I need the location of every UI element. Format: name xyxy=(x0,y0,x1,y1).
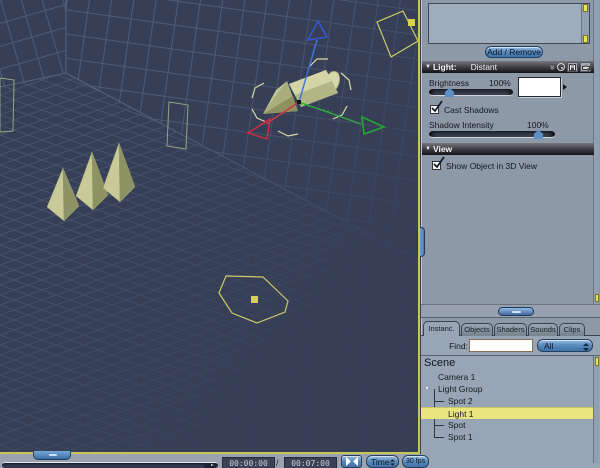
time-mode-dropdown[interactable]: Time xyxy=(366,455,399,468)
save-icon xyxy=(569,63,576,71)
scrollbar-thumb[interactable] xyxy=(595,357,599,366)
tree-item-label[interactable]: Light Group xyxy=(438,383,482,395)
scrollbar-thumb[interactable] xyxy=(595,294,599,302)
light-type-value[interactable]: Distant xyxy=(471,61,497,73)
tab-shaders[interactable]: Shaders xyxy=(494,323,527,336)
browser-tab-bar: Instanc. Objects Shaders Sounds Clips xyxy=(421,318,600,336)
divider xyxy=(421,355,600,356)
tree-scrollbar[interactable] xyxy=(593,356,599,463)
view-section-title: View xyxy=(432,144,453,154)
find-input[interactable] xyxy=(469,339,533,352)
gizmo-center-handle[interactable] xyxy=(297,100,301,104)
save-preset-button[interactable] xyxy=(567,62,578,72)
tree-item-label[interactable]: Spot 1 xyxy=(448,431,473,443)
end-time-field[interactable]: 00:07:00 xyxy=(284,457,337,468)
cast-shadows-checkbox[interactable] xyxy=(430,105,439,114)
viewport-collapse-handle[interactable] xyxy=(33,451,71,460)
shadow-intensity-label: Shadow Intensity xyxy=(429,120,494,130)
3d-viewport[interactable] xyxy=(0,0,419,452)
time-mode-value: Time xyxy=(371,457,390,467)
scrubber-knob[interactable] xyxy=(204,463,217,468)
filter-dropdown[interactable]: All xyxy=(537,339,593,352)
add-remove-button[interactable]: Add / Remove xyxy=(485,46,543,58)
show-object-checkbox[interactable] xyxy=(432,161,441,170)
application-window: Add / Remove ▼ Light: Distant » Brightne… xyxy=(0,0,600,468)
scrollbar-up-cap[interactable] xyxy=(583,4,588,12)
view-section-header[interactable]: ▼ View xyxy=(422,143,594,155)
more-options-chevron-icon[interactable]: » xyxy=(548,64,558,69)
modifier-list-box[interactable] xyxy=(428,3,590,44)
frame-rate-dropdown[interactable]: 30 fps xyxy=(402,455,429,468)
light-section-header[interactable]: ▼ Light: Distant » xyxy=(422,61,594,73)
scene-browser: Instanc. Objects Shaders Sounds Clips Fi… xyxy=(421,318,600,468)
shadow-intensity-slider-thumb[interactable] xyxy=(534,130,543,139)
panel-splitter[interactable] xyxy=(421,304,600,318)
shadow-intensity-value: 100% xyxy=(527,120,549,130)
brightness-slider[interactable] xyxy=(429,88,513,97)
browser-content: Find: All Scene Camera 1 ▼ Light Group S… xyxy=(421,336,600,468)
tree-row-camera-1[interactable]: Camera 1 xyxy=(421,371,593,383)
filter-value: All xyxy=(544,341,554,351)
splitter-handle[interactable] xyxy=(498,307,534,316)
3d-viewport-canvas[interactable] xyxy=(0,0,419,452)
tree-row-light-1[interactable]: Light 1 xyxy=(421,407,593,419)
find-label: Find: xyxy=(449,341,468,351)
tweener-icon xyxy=(345,457,358,466)
tree-expand-triangle-icon[interactable]: ▼ xyxy=(424,383,430,395)
collapse-triangle-icon[interactable]: ▼ xyxy=(425,64,431,70)
chevron-updown-icon xyxy=(583,343,589,351)
scrollbar-down-cap[interactable] xyxy=(583,35,588,43)
current-time-field[interactable]: 00:00:00 xyxy=(222,457,275,468)
time-separator: / xyxy=(276,458,279,468)
tree-item-label[interactable]: Spot xyxy=(448,419,466,431)
tree-row-spot-2[interactable]: Spot 2 xyxy=(421,395,593,407)
apply-preset-button[interactable] xyxy=(580,62,591,72)
collapse-triangle-icon[interactable]: ▼ xyxy=(425,146,431,152)
tab-sounds[interactable]: Sounds xyxy=(528,323,558,336)
viewport-selected-border xyxy=(418,0,420,454)
tree-item-label[interactable]: Spot 2 xyxy=(448,395,473,407)
tab-clips[interactable]: Clips xyxy=(559,323,585,336)
keyframe-ball-icon[interactable] xyxy=(557,63,565,71)
modifier-list-scrollbar[interactable] xyxy=(581,4,589,43)
shadow-intensity-slider[interactable] xyxy=(429,130,555,139)
properties-panel: Add / Remove ▼ Light: Distant » Brightne… xyxy=(417,0,600,468)
tree-item-label[interactable]: Camera 1 xyxy=(438,371,475,383)
cast-shadows-label: Cast Shadows xyxy=(444,105,499,115)
frame-rate-value: 30 fps xyxy=(406,458,426,465)
light-color-swatch[interactable] xyxy=(518,77,561,97)
tree-row-spot-1[interactable]: Spot 1 xyxy=(421,431,593,443)
brightness-label: Brightness xyxy=(429,78,470,88)
tab-instances[interactable]: Instanc. xyxy=(423,321,460,336)
tree-row-spot[interactable]: Spot xyxy=(421,419,593,431)
brightness-value: 100% xyxy=(489,78,511,88)
scene-title[interactable]: Scene xyxy=(424,357,455,369)
wireframe-grid xyxy=(0,0,419,452)
color-swatch-arrow-icon[interactable] xyxy=(563,84,567,90)
chevron-updown-icon xyxy=(390,459,395,466)
tree-row-light-group[interactable]: ▼ Light Group xyxy=(421,383,593,395)
light-section-title: Light: xyxy=(432,62,457,72)
show-object-label: Show Object in 3D View xyxy=(446,161,538,171)
tab-objects[interactable]: Objects xyxy=(461,323,493,336)
timeline-zoom-scrubber[interactable] xyxy=(2,462,218,468)
tweener-button[interactable] xyxy=(341,455,362,468)
printer-icon xyxy=(581,64,590,71)
brightness-slider-thumb[interactable] xyxy=(445,88,454,97)
